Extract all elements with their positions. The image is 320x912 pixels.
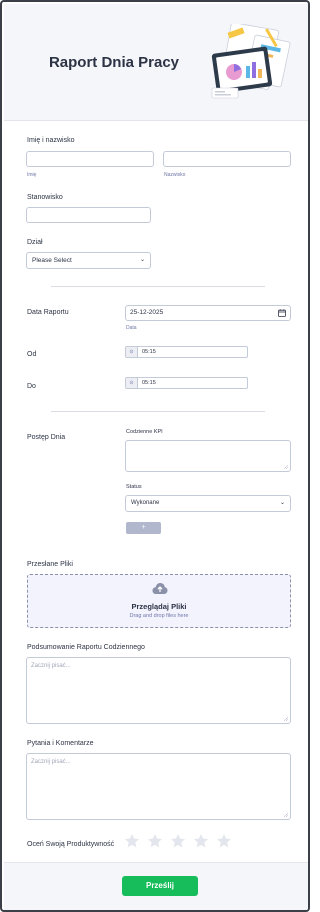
time-from-label: Od — [27, 351, 37, 358]
report-date-label: Data Raportu — [27, 309, 69, 316]
time-from-input[interactable]: ⊙ 05:15 — [125, 346, 248, 358]
questions-placeholder: Zacznij pisać... — [31, 759, 71, 765]
kpi-textarea[interactable] — [125, 440, 291, 472]
upload-subtitle: Drag and drop files here — [129, 613, 189, 619]
divider — [51, 286, 265, 287]
summary-textarea[interactable]: Zacznij pisać... — [26, 657, 291, 724]
report-date-input[interactable]: 25-12-2025 — [125, 305, 291, 321]
department-select[interactable]: Please Select ⌄ — [26, 252, 151, 269]
department-selected: Please Select — [32, 257, 72, 264]
submit-button[interactable]: Prześlij — [122, 876, 198, 896]
rating-label: Oceń Swoją Produktywność — [27, 841, 115, 848]
status-selected: Wykonane — [131, 500, 160, 506]
calendar-icon[interactable] — [278, 309, 286, 317]
last-name-sublabel: Nazwisko — [164, 172, 186, 178]
status-select[interactable]: Wykonane ⌄ — [125, 495, 291, 512]
resize-grip-icon[interactable] — [283, 812, 288, 817]
star-icon[interactable] — [216, 833, 232, 849]
summary-placeholder: Zacznij pisać... — [31, 663, 71, 669]
uploads-label: Przesłane Pliki — [27, 561, 73, 568]
last-name-input[interactable] — [163, 151, 291, 167]
form-frame: Raport Dnia Pracy Imię i nazwisko Imię N… — [0, 0, 310, 912]
questions-label: Pytania i Komentarze — [27, 740, 94, 747]
name-label: Imię i nazwisko — [27, 137, 75, 144]
form-footer: Prześlij — [4, 862, 308, 910]
clock-icon: ⊙ — [126, 347, 138, 357]
kpi-label: Codzienne KPI — [126, 429, 163, 435]
upload-title: Przeglądaj Pliki — [131, 602, 187, 611]
star-icon[interactable] — [193, 833, 209, 849]
questions-textarea[interactable]: Zacznij pisać... — [26, 753, 291, 820]
summary-label: Podsumowanie Raportu Codziennego — [27, 644, 145, 651]
report-date-value: 25-12-2025 — [130, 309, 164, 316]
chevron-down-icon: ⌄ — [139, 257, 145, 263]
star-icon[interactable] — [170, 833, 186, 849]
department-label: Dział — [27, 239, 43, 246]
resize-grip-icon[interactable] — [283, 464, 288, 469]
status-label: Status — [126, 484, 142, 490]
time-to-label: Do — [27, 383, 36, 390]
divider — [51, 411, 265, 412]
cloud-upload-icon — [152, 583, 168, 594]
form-header: Raport Dnia Pracy — [4, 4, 308, 121]
first-name-sublabel: Imię — [27, 172, 37, 178]
form-title: Raport Dnia Pracy — [48, 54, 180, 71]
time-to-value: 05:15 — [142, 380, 156, 386]
star-icon[interactable] — [124, 833, 140, 849]
report-illustration — [211, 24, 291, 99]
progress-label: Postęp Dnia — [27, 434, 66, 441]
chevron-down-icon: ⌄ — [279, 500, 285, 506]
add-row-button[interactable]: + — [126, 522, 161, 534]
first-name-input[interactable] — [26, 151, 154, 167]
star-icon[interactable] — [147, 833, 163, 849]
time-from-value: 05:15 — [142, 349, 156, 355]
clock-icon: ⊙ — [126, 378, 138, 388]
report-date-sublabel: Data — [126, 325, 137, 331]
file-upload-dropzone[interactable]: Przeglądaj Pliki Drag and drop files her… — [27, 574, 291, 628]
position-input[interactable] — [26, 207, 151, 223]
position-label: Stanowisko — [27, 194, 63, 201]
resize-grip-icon[interactable] — [283, 716, 288, 721]
time-to-input[interactable]: ⊙ 05:15 — [125, 377, 248, 389]
